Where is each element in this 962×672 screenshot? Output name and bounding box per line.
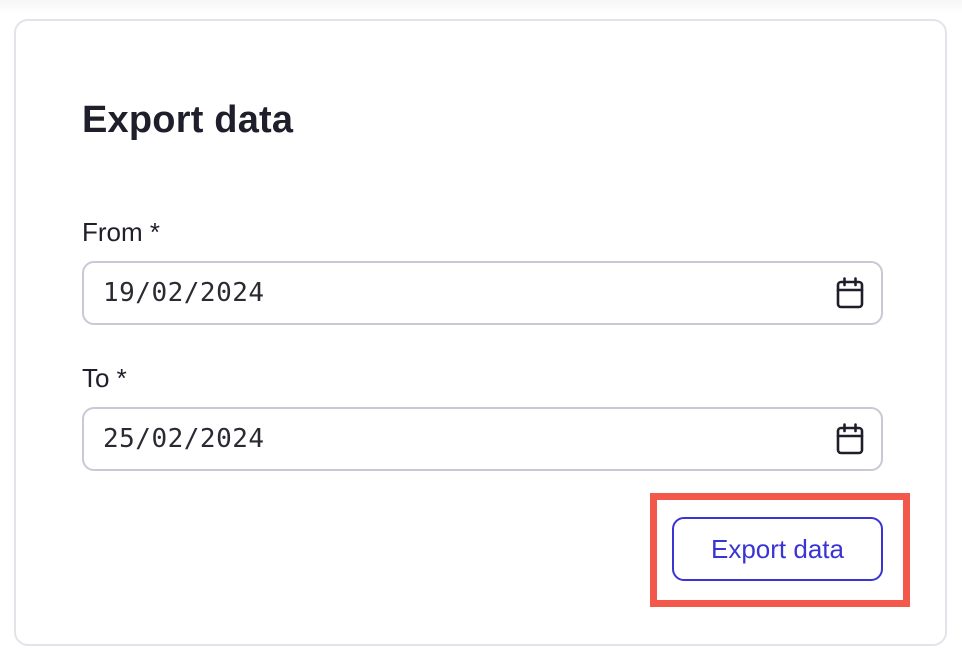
to-date-input[interactable]: 25/02/2024 <box>82 407 883 471</box>
calendar-icon[interactable] <box>835 422 865 456</box>
page-title: Export data <box>82 99 294 141</box>
from-date-value[interactable]: 19/02/2024 <box>103 278 835 308</box>
to-date-value[interactable]: 25/02/2024 <box>103 424 835 454</box>
top-shadow-strip <box>0 0 962 14</box>
export-card: Export data From * 19/02/2024 To * 25/02… <box>14 19 947 646</box>
export-data-button[interactable]: Export data <box>672 517 883 581</box>
from-label: From * <box>82 217 160 247</box>
to-label: To * <box>82 363 127 393</box>
calendar-icon[interactable] <box>835 276 865 310</box>
from-date-input[interactable]: 19/02/2024 <box>82 261 883 325</box>
